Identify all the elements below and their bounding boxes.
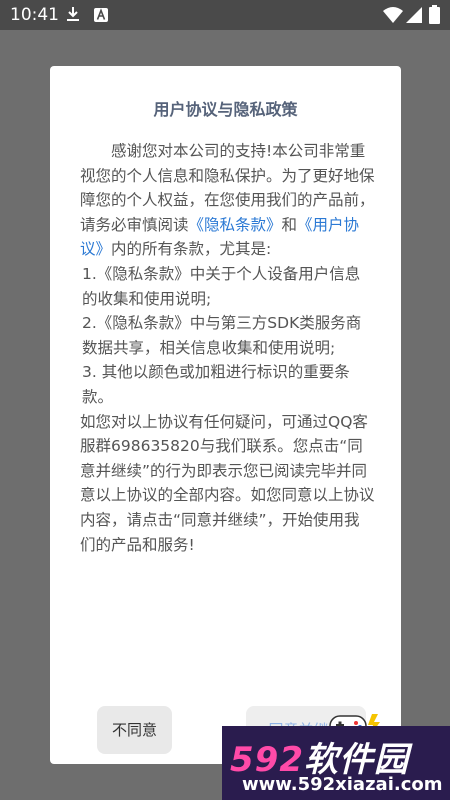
site-watermark: 592软件园 www.592xiazai.com [222, 726, 450, 800]
clause-item-3: 3. 其他以颜色或加粗进行标识的重要条款。 [82, 363, 350, 406]
privacy-dialog: 用户协议与隐私政策 感谢您对本公司的支持!本公司非常重视您的个人信息和隐私保护。… [50, 66, 401, 764]
disagree-button[interactable]: 不同意 [97, 706, 172, 754]
dialog-body: 感谢您对本公司的支持!本公司非常重视您的个人信息和隐私保护。为了更好地保障您的个… [80, 139, 375, 557]
privacy-terms-link[interactable]: 《隐私条款》 [189, 216, 282, 234]
status-bar: 10:41 [0, 0, 450, 30]
a-badge-icon [94, 7, 108, 26]
status-time: 10:41 [10, 5, 59, 25]
clause-item-1: 1.《隐私条款》中关于个人设备用户信息的收集和使用说明; [82, 264, 361, 308]
wifi-icon [383, 7, 403, 27]
intro-text-end: 内的所有条款，尤其是: [111, 240, 272, 259]
battery-icon [429, 5, 440, 28]
outro-text: 如您对以上协议有任何疑问，可通过QQ客服群698635820与我们联系。您点击“… [80, 412, 375, 554]
signal-icon [406, 7, 422, 27]
and-text: 和 [281, 215, 298, 234]
watermark-url: www.592xiazai.com [242, 774, 443, 795]
dialog-title: 用户协议与隐私政策 [153, 100, 298, 119]
download-icon [66, 6, 80, 26]
clause-item-2: 2.《隐私条款》中与第三方SDK类服务商数据共享，相关信息收集和使用说明; [82, 314, 362, 357]
